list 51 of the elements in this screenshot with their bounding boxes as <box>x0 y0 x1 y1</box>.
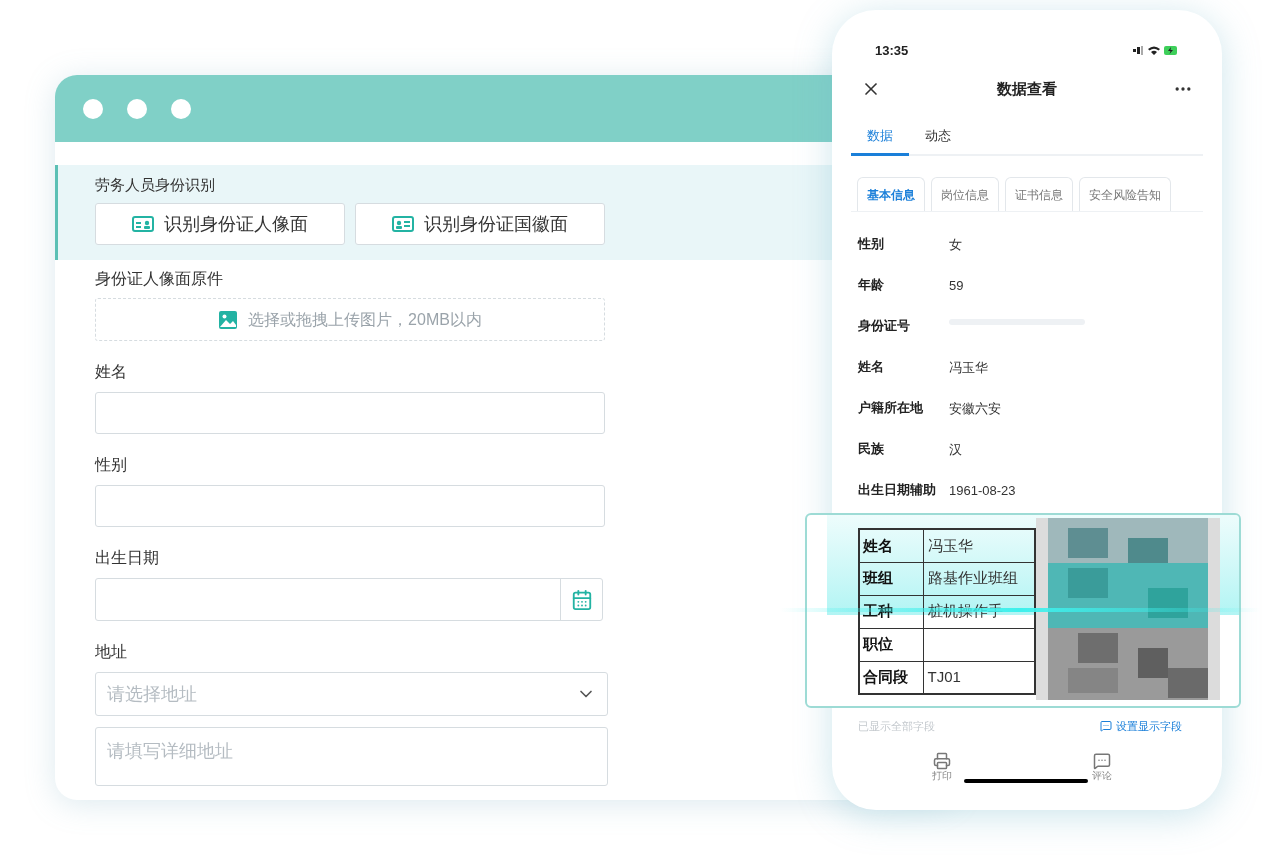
field-label: 身份证号 <box>858 317 911 334</box>
page-title: 数据查看 <box>997 78 1057 99</box>
sub-tab[interactable]: 证书信息 <box>1005 177 1073 211</box>
field-label: 姓名 <box>858 358 885 375</box>
settings-link[interactable]: 设置显示字段 <box>1100 718 1182 735</box>
field-label: 出生日期 <box>95 548 159 568</box>
toolbar-button[interactable]: 评论 <box>1092 752 1112 782</box>
table-cell: 姓名 <box>859 529 923 562</box>
sub-tab[interactable]: 安全风险告知 <box>1079 177 1171 211</box>
calendar-icon[interactable] <box>570 588 593 611</box>
field-value: 汉 <box>949 442 962 457</box>
field-label: 户籍所在地 <box>858 399 924 416</box>
status-icons <box>1133 45 1179 57</box>
field-label: 地址 <box>95 642 127 662</box>
field-value: 1961-08-23 <box>949 483 1016 498</box>
id-card-icon <box>132 216 154 232</box>
settings-icon <box>1100 720 1112 733</box>
date-field[interactable] <box>95 578 603 621</box>
recognize-button[interactable]: 识别身份证国徽面 <box>355 203 605 245</box>
sub-tab[interactable]: 基本信息 <box>857 177 925 211</box>
image-icon <box>218 309 239 330</box>
text-field[interactable] <box>95 485 605 527</box>
section-title: 劳务人员身份识别 <box>95 175 215 195</box>
recognize-button[interactable]: 识别身份证人像面 <box>95 203 345 245</box>
toolbar-button[interactable]: 打印 <box>932 752 952 782</box>
field-label: 身份证人像面原件 <box>95 269 223 289</box>
field-label: 姓名 <box>95 362 127 382</box>
field-value: 冯玉华 <box>949 360 988 375</box>
field-label: 民族 <box>858 440 885 457</box>
field-value: 59 <box>949 278 964 293</box>
upload-area[interactable]: 选择或拖拽上传图片，20MB以内 <box>95 298 605 341</box>
table-cell: 班组 <box>859 562 923 595</box>
field-label: 出生日期辅助 <box>858 481 937 498</box>
text-field[interactable] <box>95 392 605 434</box>
address-textarea[interactable]: 请填写详细地址 <box>95 727 608 786</box>
comment-icon <box>1093 752 1111 770</box>
status-time: 13:35 <box>875 42 909 61</box>
tab[interactable]: 数据 <box>851 118 909 156</box>
field-label: 性别 <box>858 235 885 252</box>
select-placeholder: 请选择地址 <box>107 682 197 706</box>
printer-icon <box>933 752 951 770</box>
tab[interactable]: 动态 <box>909 118 967 156</box>
table-cell: 工种 <box>859 595 923 628</box>
field-label: 性别 <box>95 455 127 475</box>
field-value: 女 <box>949 237 962 252</box>
upload-hint: 选择或拖拽上传图片，20MB以内 <box>248 309 482 330</box>
field-value: 安徽六安 <box>949 401 1001 416</box>
field-label: 年龄 <box>858 276 885 293</box>
table-cell: 职位 <box>859 628 923 661</box>
id-card-icon <box>392 216 414 232</box>
sub-tab[interactable]: 岗位信息 <box>931 177 999 211</box>
